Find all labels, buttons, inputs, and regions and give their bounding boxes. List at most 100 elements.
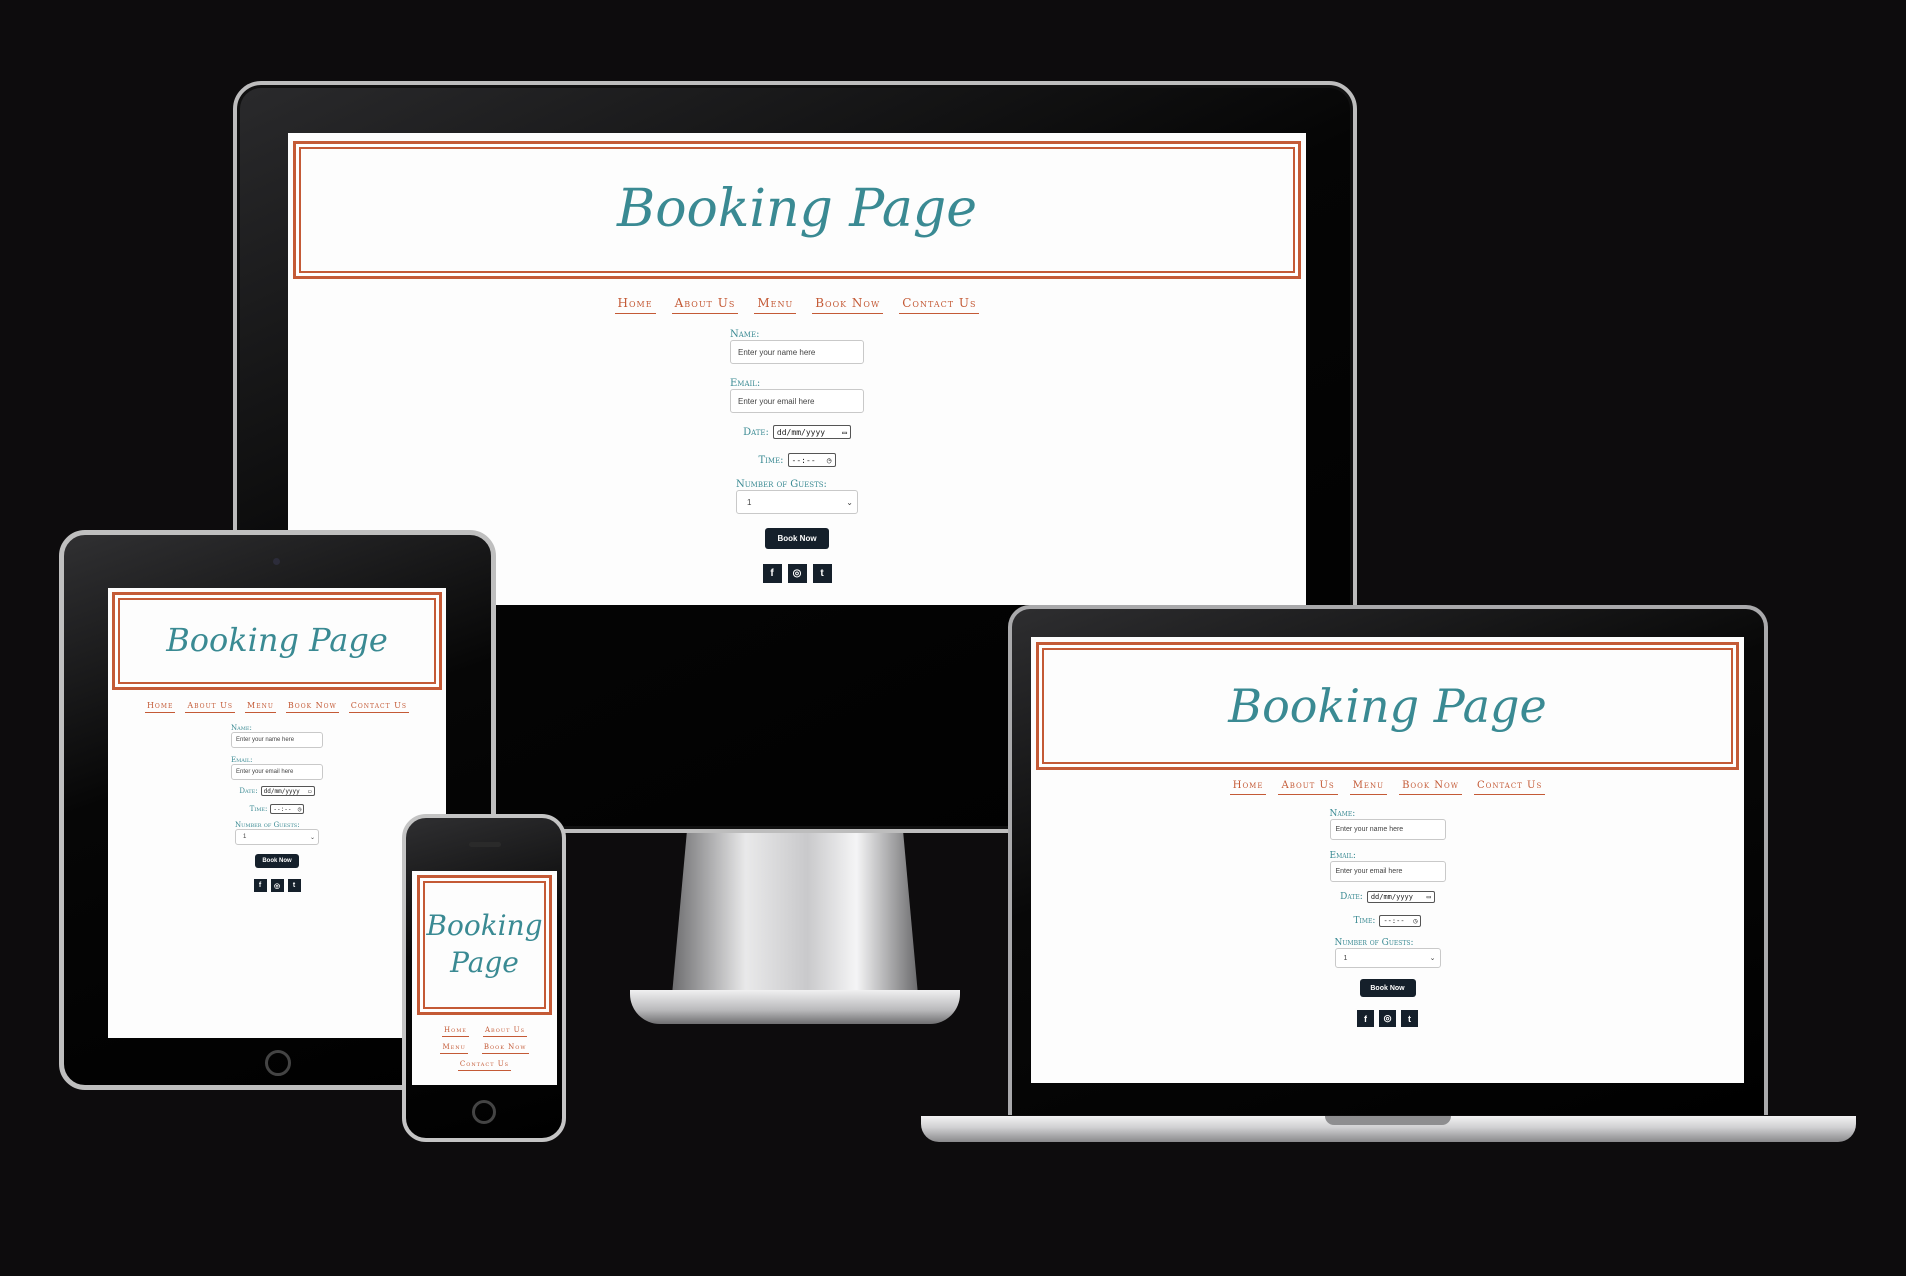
nav-contact-us[interactable]: Contact Us [899,296,980,314]
guests-select[interactable]: 1 ⌄ [235,829,319,845]
name-label: Name: [730,329,760,340]
time-input[interactable]: --:-- ◷ [1379,915,1422,927]
nav-book-now[interactable]: Book Now [285,701,339,713]
nav-about-us[interactable]: About Us [671,296,739,314]
nav-about-us[interactable]: About Us [185,701,236,713]
date-input[interactable]: dd/mm/yyyy ▭ [772,425,851,439]
page-title: Booking Page [1228,678,1547,733]
date-value: dd/mm/yyyy [1370,893,1413,901]
guests-label: Number of Guests: [235,821,300,829]
nav-menu[interactable]: Menu [754,296,797,314]
nav-contact-us[interactable]: Contact Us [348,701,410,713]
calendar-icon[interactable]: ▭ [1427,893,1431,901]
date-value: dd/mm/yyyy [776,427,826,437]
home-button-icon [265,1050,291,1076]
page-title-line2: Page [450,946,519,979]
chevron-down-icon: ⌄ [846,497,853,507]
tablet-screen: Booking Page Home About Us Menu Book Now… [108,588,446,1038]
nav-about-us[interactable]: About Us [1278,780,1338,795]
email-input[interactable]: Enter your email here [231,764,323,780]
booking-form: Name: Enter your name here Email: Enter … [1031,809,1744,1027]
name-label: Name: [231,724,252,732]
date-input[interactable]: dd/mm/yyyy ▭ [1366,891,1435,903]
twitter-icon[interactable]: t [1401,1010,1418,1027]
nav-home[interactable]: Home [441,1026,469,1037]
nav-book-now[interactable]: Book Now [812,296,884,314]
camera-icon [273,558,280,565]
page-title: Booking Page [166,621,388,660]
page-header: Booking Page [112,592,442,690]
twitter-icon[interactable]: t [812,564,832,583]
instagram-icon[interactable]: ◎ [1379,1010,1396,1027]
social-links: f ◎ t [762,564,832,583]
laptop-notch [1325,1116,1451,1125]
facebook-icon[interactable]: f [1357,1010,1374,1027]
time-value: --:-- [791,455,816,465]
email-label: Email: [730,378,761,389]
clock-icon[interactable]: ◷ [298,806,302,813]
home-button-icon [472,1100,496,1124]
time-label: Time: [249,805,268,813]
guests-value: 1 [243,834,247,840]
desktop-stand-base [630,990,960,1024]
guests-select[interactable]: 1 ⌄ [1334,948,1441,968]
email-input[interactable]: Enter your email here [1329,861,1446,882]
nav-home[interactable]: Home [144,701,176,713]
clock-icon[interactable]: ◷ [1413,917,1417,925]
page-header: Booking Page [1036,642,1739,770]
book-now-button[interactable]: Book Now [255,854,299,868]
guests-label: Number of Guests: [1334,938,1414,948]
nav-about-us[interactable]: About Us [482,1026,527,1037]
page-title-line1: Booking [426,909,543,943]
nav-contact-us[interactable]: Contact Us [1473,780,1546,795]
time-value: --:-- [1383,917,1405,925]
time-value: --:-- [273,805,292,813]
nav-menu[interactable]: Menu [1349,780,1388,795]
calendar-icon[interactable]: ▭ [308,788,312,795]
main-nav: Home About Us Menu Book Now Contact Us [108,701,446,713]
nav-book-now[interactable]: Book Now [481,1043,529,1054]
nav-menu[interactable]: Menu [245,701,276,713]
chevron-down-icon: ⌄ [1429,955,1436,962]
facebook-icon[interactable]: f [253,879,267,892]
nav-menu[interactable]: Menu [440,1043,468,1054]
social-links: f ◎ t [1357,1010,1418,1027]
date-label: Date: [743,426,769,438]
calendar-icon[interactable]: ▭ [842,428,847,437]
desktop-stand [672,833,918,995]
name-input[interactable]: Enter your name here [231,732,323,748]
time-input[interactable]: --:-- ◷ [270,804,305,814]
date-value: dd/mm/yyyy [263,787,300,795]
book-now-button[interactable]: Book Now [765,528,829,549]
name-input[interactable]: Enter your name here [1329,819,1446,840]
nav-home[interactable]: Home [614,296,656,314]
main-nav: Home About Us Menu Book Now Contact Us [1031,780,1744,795]
guests-value: 1 [747,497,752,507]
phone-screen: Booking Page Home About Us Menu Book Now… [412,871,557,1085]
time-input[interactable]: --:-- ◷ [787,453,836,467]
twitter-icon[interactable]: t [287,879,301,892]
nav-home[interactable]: Home [1229,780,1267,795]
page-header: Booking Page [417,875,552,1015]
date-label: Date: [1340,892,1363,902]
email-input[interactable]: Enter your email here [730,389,864,413]
guests-label: Number of Guests: [736,479,827,490]
page-title: Booking Page [617,179,977,240]
social-links: f ◎ t [253,879,301,892]
time-label: Time: [1353,916,1376,926]
clock-icon[interactable]: ◷ [827,456,832,465]
date-input[interactable]: dd/mm/yyyy ▭ [260,786,315,796]
nav-book-now[interactable]: Book Now [1399,780,1462,795]
guests-select[interactable]: 1 ⌄ [736,490,858,514]
facebook-icon[interactable]: f [762,564,782,583]
name-input[interactable]: Enter your name here [730,340,864,364]
laptop-screen: Booking Page Home About Us Menu Book Now… [1031,637,1744,1083]
name-label: Name: [1329,809,1356,819]
instagram-icon[interactable]: ◎ [787,564,807,583]
page-header: Booking Page [293,141,1301,279]
instagram-icon[interactable]: ◎ [270,879,284,892]
guests-value: 1 [1343,954,1348,962]
nav-contact-us[interactable]: Contact Us [457,1060,512,1071]
book-now-button[interactable]: Book Now [1359,979,1416,997]
main-nav: Home About Us Menu Book Now Contact Us [288,296,1306,314]
